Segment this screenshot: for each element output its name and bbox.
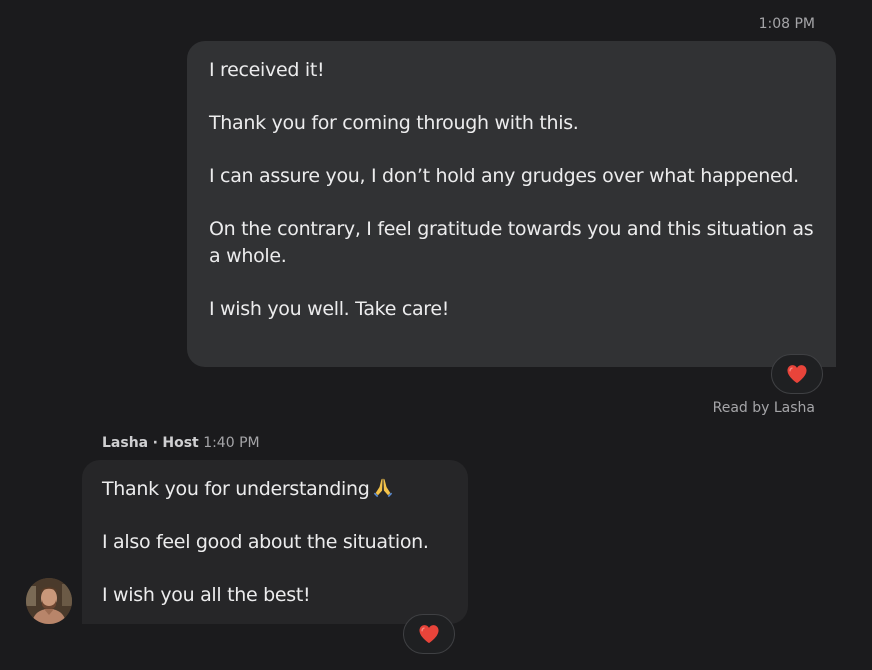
incoming-timestamp: 1:40 PM <box>203 435 260 451</box>
message-paragraph: On the contrary, I feel gratitude toward… <box>209 218 814 267</box>
heart-icon <box>787 365 807 384</box>
message-paragraph: Thank you for understanding <box>102 476 448 503</box>
message-text: Thank you for understanding <box>102 478 370 500</box>
folded-hands-icon <box>373 478 392 498</box>
sender-header: Lasha · Host 1:40 PM <box>102 435 260 451</box>
message-paragraph: Thank you for coming through with this. <box>209 112 579 134</box>
message-paragraph: I received it! <box>209 59 325 81</box>
message-paragraph: I can assure you, I don’t hold any grudg… <box>209 165 799 187</box>
sender-name: Lasha <box>102 435 149 451</box>
incoming-message-bubble[interactable]: Thank you for understanding I also feel … <box>82 460 468 624</box>
outgoing-timestamp: 1:08 PM <box>758 16 815 32</box>
outgoing-message-bubble[interactable]: I received it! Thank you for coming thro… <box>187 41 836 367</box>
outgoing-reaction-badge[interactable] <box>771 354 823 394</box>
message-paragraph: I wish you all the best! <box>102 584 311 606</box>
incoming-reaction-badge[interactable] <box>403 614 455 654</box>
read-receipt: Read by Lasha <box>712 400 815 416</box>
message-paragraph: I wish you well. Take care! <box>209 298 450 320</box>
message-thread: 1:08 PM I received it! Thank you for com… <box>0 0 872 670</box>
message-paragraph: I also feel good about the situation. <box>102 531 429 553</box>
sender-separator: · <box>152 435 158 451</box>
heart-icon <box>419 625 439 644</box>
avatar-image <box>26 578 72 624</box>
host-avatar[interactable] <box>26 578 72 624</box>
sender-role: Host <box>162 435 199 451</box>
